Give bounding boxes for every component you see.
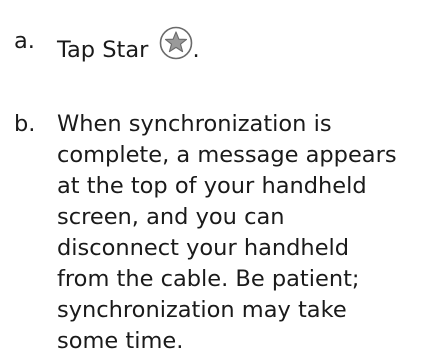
step-text-line: synchronization may take [57,297,347,323]
step-b: b. When synchronization is complete, a m… [14,109,424,357]
star-button-icon [159,26,193,60]
step-letter: a. [14,28,35,54]
step-text-line: from the cable. Be patient; [57,266,360,292]
step-text-line: some time. [57,328,184,354]
step-letter: b. [14,111,36,137]
step-a: a. Tap Star . [14,26,424,66]
step-text-line: complete, a message appears [57,142,397,168]
step-text: Tap Star [57,37,149,63]
step-text-line: at the top of your handheld [57,173,367,199]
instruction-steps: a. Tap Star . b. When synchronization is… [14,0,424,357]
step-suffix: . [192,37,200,63]
step-text-line: disconnect your handheld [57,235,350,261]
step-text-line: screen, and you can [57,204,285,230]
step-text-line: When synchronization is [57,111,332,137]
